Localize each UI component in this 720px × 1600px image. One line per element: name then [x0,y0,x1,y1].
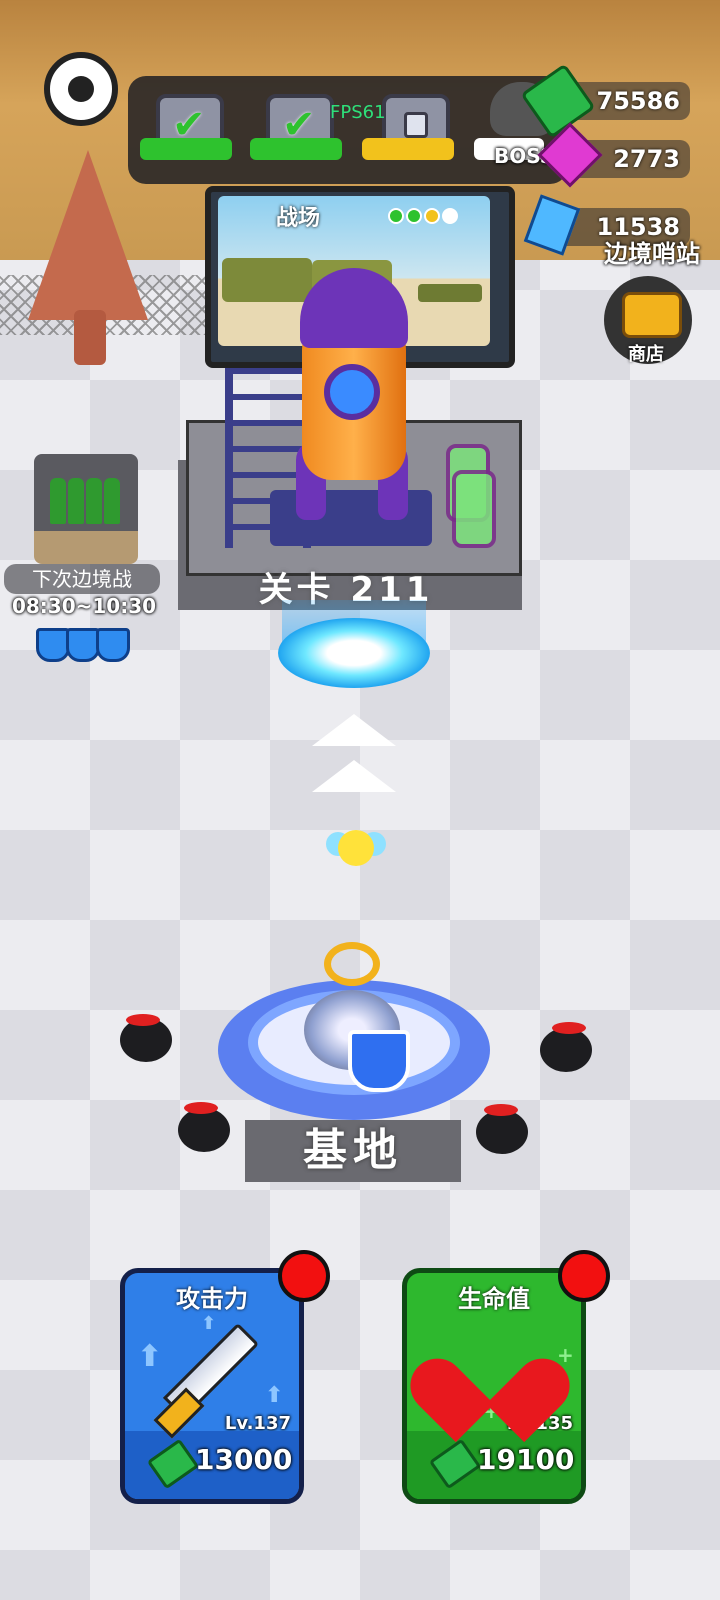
fps-counter: FPS61 [330,102,386,123]
halo-ring [324,942,380,986]
attack-price: 13000 [195,1443,293,1476]
billboard-title: 战场 [276,206,321,231]
gem-amount: 2773 [613,145,680,173]
cash-icon [146,1438,200,1490]
health-price: 19100 [477,1443,575,1476]
cash-counter: 75586 [519,63,690,139]
level-portal[interactable] [278,618,430,688]
progress-segment [362,138,454,160]
cash-icon [428,1438,482,1490]
tree-trunk [74,310,106,365]
progress-segment [250,138,342,160]
attack-title: 攻击力 [176,1285,248,1313]
stage-progress-dot [442,208,458,224]
armored-vehicle [418,284,482,302]
health-title: 生命值 [458,1285,530,1313]
enemy-blob[interactable] [540,1028,592,1072]
gem-counter: 2773 [537,122,690,188]
soldier-figure [104,478,120,524]
enemy-crest [484,1104,518,1116]
stage-progress-dot [406,208,422,224]
arrow-up-icon: ⬆ [201,1313,217,1334]
progress-segment [140,138,232,160]
border-war-time: 08:30~10:30 [11,594,157,618]
arrow-up-icon: ⬆ [137,1339,163,1374]
notification-badge [278,1250,330,1302]
treasure-chest-icon [622,292,682,338]
enemy-crest [552,1022,586,1034]
shield-icon [348,1030,410,1092]
green-tube [452,470,496,548]
military-truck [222,258,312,302]
base-label: 基地 [245,1120,461,1182]
chevron-up-icon [312,714,396,746]
soldier-figure [86,478,102,524]
cash-amount: 75586 [596,87,681,115]
lock-icon [404,112,428,138]
winged-orb-pickup[interactable] [338,830,374,866]
enemy-blob[interactable] [178,1108,230,1152]
enemy-crest [184,1102,218,1114]
attack-price-bar: 13000 [125,1431,299,1499]
soldier-figure [68,478,84,524]
border-outpost-label[interactable]: 边境哨站 [604,234,700,269]
shield-icon [96,628,130,662]
shield-icon [36,628,70,662]
notification-badge [558,1250,610,1302]
stage-progress-dot [424,208,440,224]
enemy-blob[interactable] [476,1110,528,1154]
shield-icon [66,628,100,662]
soldier-figure [50,478,66,524]
gear-icon[interactable] [44,52,118,126]
next-border-war-label: 下次边境战 [4,564,160,594]
chevron-up-icon [312,760,396,792]
plus-icon: + [557,1343,574,1367]
shop-label: 商店 [628,344,664,365]
enemy-crest [126,1014,160,1026]
heart-icon [399,1318,581,1443]
health-price-bar: 19100 [407,1431,581,1499]
arrow-up-icon: ⬆ [265,1383,284,1408]
stage-progress-dot [388,208,404,224]
rocket-window [324,364,380,420]
